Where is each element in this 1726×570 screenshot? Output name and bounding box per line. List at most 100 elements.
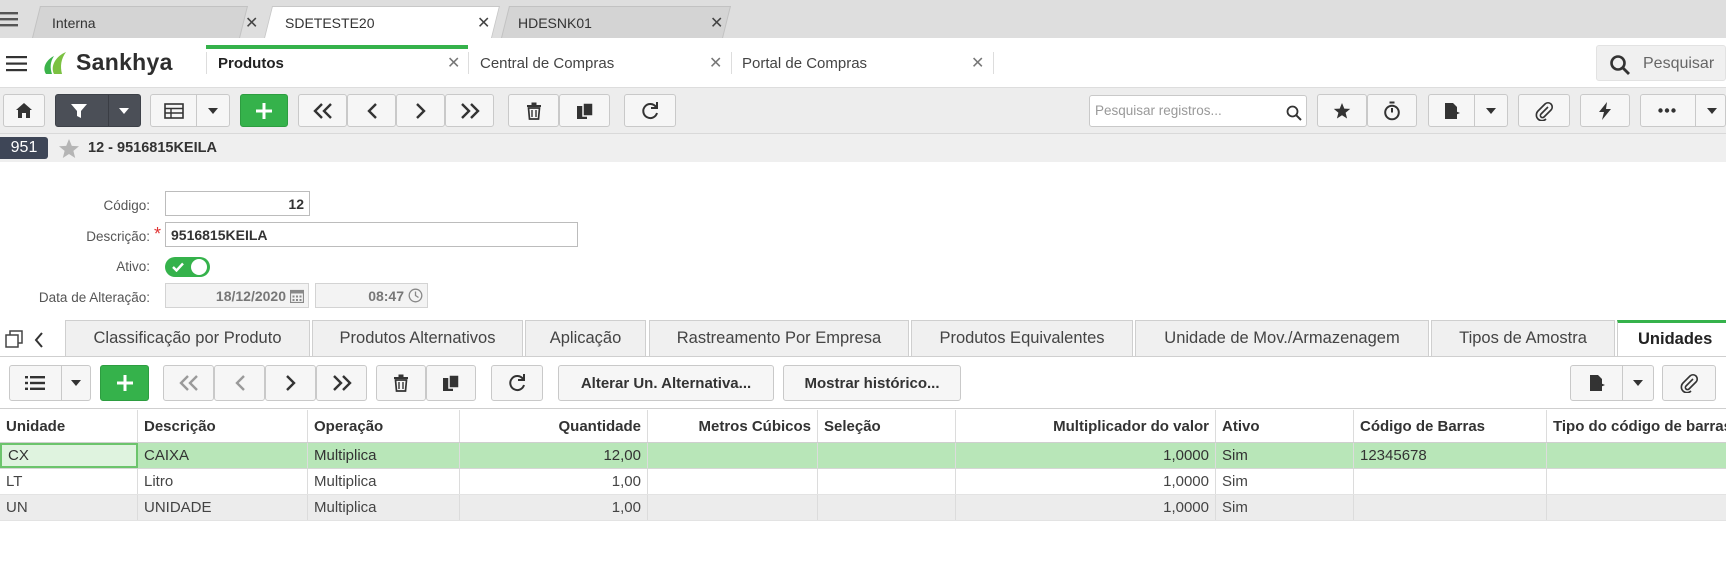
delete-button[interactable] [508,94,559,127]
delete-row-button[interactable] [376,365,426,401]
cell-codigo-barras[interactable] [1354,495,1547,520]
duplicate-row-button[interactable] [426,365,476,401]
table-row[interactable]: LT Litro Multiplica 1,00 1,0000 Sim [0,469,1726,495]
cell-unidade[interactable]: LT [0,469,138,494]
table-row[interactable]: UN UNIDADE Multiplica 1,00 1,0000 Sim [0,495,1726,521]
favorite-button[interactable] [1317,94,1367,127]
table-row[interactable]: CX CAIXA Multiplica 12,00 1,0000 Sim 123… [0,443,1726,469]
cell-ativo[interactable]: Sim [1216,469,1354,494]
caret-down-icon[interactable] [208,108,218,114]
cell-multiplicador[interactable]: 1,0000 [956,495,1216,520]
cell-descricao[interactable]: Litro [138,469,308,494]
search-records-input[interactable]: Pesquisar registros... [1089,95,1307,127]
close-icon[interactable]: ✕ [447,53,460,73]
tab-classificacao-por-produto[interactable]: Classificação por Produto [65,320,310,356]
refresh-grid-button[interactable] [491,365,543,401]
tab-rastreamento-por-empresa[interactable]: Rastreamento Por Empresa [649,320,909,356]
cell-codigo-barras[interactable] [1354,469,1547,494]
attach-button[interactable] [1518,94,1570,127]
home-button[interactable] [3,94,45,127]
close-icon[interactable]: ✕ [971,53,984,73]
more-options-button[interactable] [1640,94,1726,127]
previous-row-button[interactable] [214,365,265,401]
codigo-field[interactable]: 12 [165,191,310,216]
cell-descricao[interactable]: CAIXA [138,443,308,468]
next-record-button[interactable] [396,94,445,127]
search-icon[interactable] [1286,105,1302,121]
cell-unidade[interactable]: UN [0,495,138,520]
caret-down-icon[interactable] [1707,108,1717,114]
col-header-metros-cubicos[interactable]: Metros Cúbicos [648,410,818,442]
cell-quantidade[interactable]: 1,00 [460,495,648,520]
cell-codigo-barras[interactable]: 12345678 [1354,443,1547,468]
grid-view-button[interactable] [150,94,230,127]
grid-attach-button[interactable] [1662,365,1716,401]
caret-down-icon[interactable] [71,380,81,386]
add-button[interactable] [240,94,288,127]
cell-tipo-codigo-barras[interactable] [1547,469,1726,494]
grid-report-button[interactable] [1570,365,1654,401]
cell-descricao[interactable]: UNIDADE [138,495,308,520]
hamburger-icon[interactable] [6,56,28,72]
close-icon[interactable]: ✕ [477,13,490,33]
cell-metros-cubicos[interactable] [648,469,818,494]
col-header-tipo-codigo-barras[interactable]: Tipo do código de barras [1547,410,1726,442]
col-header-unidade[interactable]: Unidade [0,410,138,442]
cell-ativo[interactable]: Sim [1216,443,1354,468]
cell-selecao[interactable] [818,469,956,494]
cell-tipo-codigo-barras[interactable] [1547,443,1726,468]
cell-selecao[interactable] [818,443,956,468]
cell-metros-cubicos[interactable] [648,495,818,520]
cell-tipo-codigo-barras[interactable] [1547,495,1726,520]
caret-down-icon[interactable] [119,108,129,114]
mostrar-historico-button[interactable]: Mostrar histórico... [783,365,961,401]
tab-produtos-equivalentes[interactable]: Produtos Equivalentes [911,320,1133,356]
close-icon[interactable]: ✕ [710,13,723,33]
menu-icon[interactable] [0,10,20,28]
cell-operacao[interactable]: Multiplica [308,495,460,520]
col-header-quantidade[interactable]: Quantidade [460,410,648,442]
col-header-ativo[interactable]: Ativo [1216,410,1354,442]
tab-unidade-mov-armazenagem[interactable]: Unidade de Mov./Armazenagem [1135,320,1429,356]
ativo-toggle[interactable] [165,257,210,277]
duplicate-button[interactable] [559,94,610,127]
restore-window-icon[interactable] [5,330,23,348]
close-icon[interactable]: ✕ [709,53,722,73]
report-button[interactable] [1428,94,1508,127]
descricao-field[interactable]: 9516815KEILA [165,222,578,247]
cell-quantidade[interactable]: 12,00 [460,443,648,468]
cell-unidade[interactable]: CX [0,443,138,468]
last-record-button[interactable] [445,94,494,127]
previous-record-button[interactable] [347,94,396,127]
first-record-button[interactable] [298,94,347,127]
chevron-left-icon[interactable] [34,332,44,348]
tab-aplicacao[interactable]: Aplicação [525,320,646,356]
first-row-button[interactable] [163,365,214,401]
close-icon[interactable]: ✕ [245,13,258,33]
actions-button[interactable] [1580,94,1630,127]
global-search[interactable]: Pesquisar [1596,45,1726,81]
col-header-selecao[interactable]: Seleção [818,410,956,442]
star-icon[interactable] [58,138,80,159]
refresh-button[interactable] [624,94,676,127]
last-row-button[interactable] [316,365,367,401]
timer-button[interactable] [1367,94,1417,127]
col-header-multiplicador[interactable]: Multiplicador do valor [956,410,1216,442]
col-header-operacao[interactable]: Operação [308,410,460,442]
col-header-codigo-barras[interactable]: Código de Barras [1354,410,1547,442]
cell-selecao[interactable] [818,495,956,520]
tab-unidades[interactable]: Unidades [1617,320,1726,356]
cell-ativo[interactable]: Sim [1216,495,1354,520]
cell-multiplicador[interactable]: 1,0000 [956,443,1216,468]
cell-metros-cubicos[interactable] [648,443,818,468]
cell-operacao[interactable]: Multiplica [308,469,460,494]
caret-down-icon[interactable] [1486,108,1496,114]
add-row-button[interactable] [100,365,149,401]
caret-down-icon[interactable] [1633,380,1643,386]
tab-tipos-de-amostra[interactable]: Tipos de Amostra [1431,320,1615,356]
cell-quantidade[interactable]: 1,00 [460,469,648,494]
next-row-button[interactable] [265,365,316,401]
filter-button[interactable] [55,94,141,127]
cell-multiplicador[interactable]: 1,0000 [956,469,1216,494]
cell-operacao[interactable]: Multiplica [308,443,460,468]
